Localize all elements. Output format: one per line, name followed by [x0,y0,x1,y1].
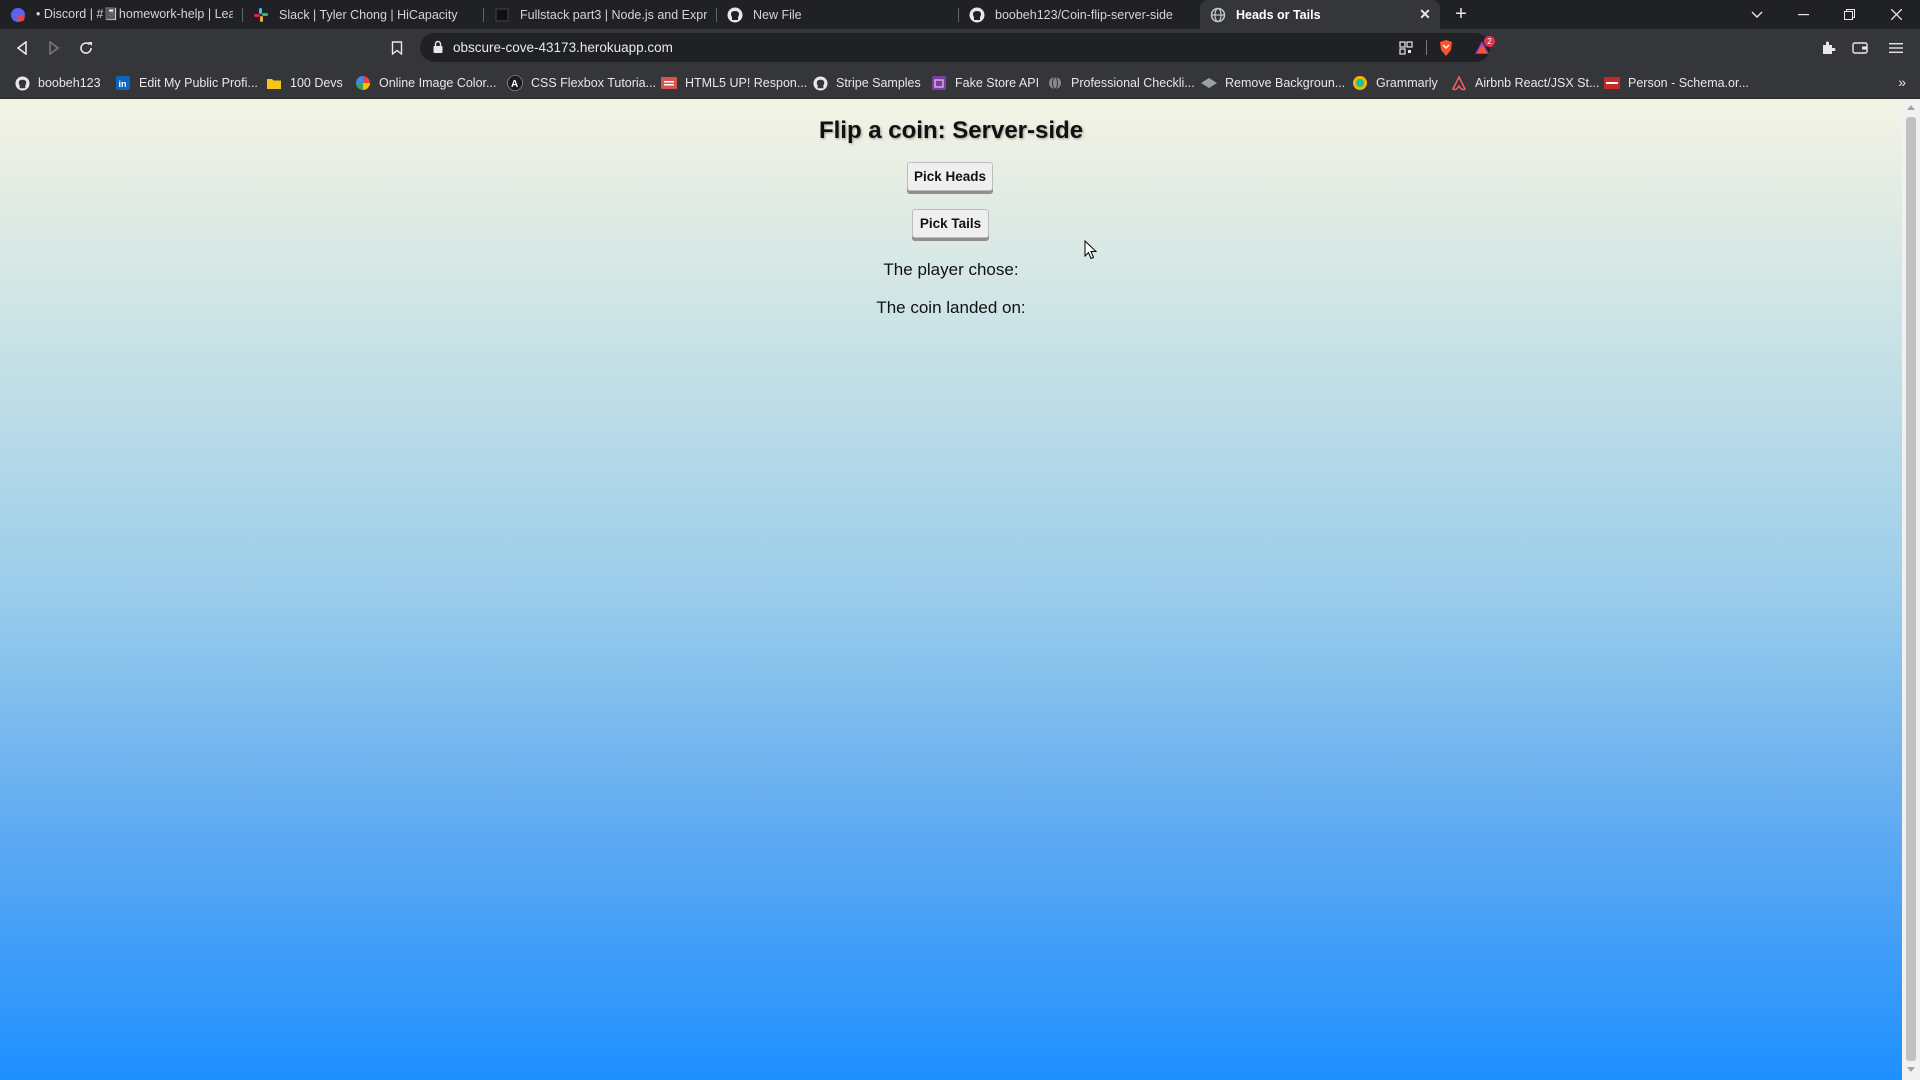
forward-icon[interactable] [42,36,66,60]
browser-toolbar: obscure-cove-43173.herokuapp.com 2 [0,29,1920,67]
bookmark-label: Stripe Samples [836,76,921,90]
bookmark-label: Fake Store API [955,76,1040,90]
page-title: Flip a coin: Server-side [818,117,1084,144]
bookmark-label: Remove Backgroun... [1225,76,1346,90]
globe-icon [1047,75,1063,91]
bookmark-label: Professional Checkli... [1071,76,1195,90]
scrollbar-thumb[interactable] [1906,117,1916,1061]
linkedin-icon: in [115,75,131,91]
pick-tails-button[interactable]: Pick Tails [912,209,989,238]
bookmark-item[interactable]: Remove Backgroun... [1201,67,1345,99]
tab-discord[interactable]: • Discord | #📓homework-help | Learn [0,0,243,29]
slack-icon [253,7,269,23]
bookmark-item[interactable]: Online Image Color... [355,67,496,99]
scroll-up-icon[interactable] [1907,105,1915,110]
bookmark-label: 100 Devs [290,76,343,90]
bookmark-item[interactable]: Stripe Samples [812,67,921,99]
tab-label: New File [753,7,802,22]
more-bookmarks-icon[interactable]: » [1898,74,1906,90]
folder-icon [266,75,282,91]
mouse-cursor-icon [1084,239,1098,265]
pick-heads-button[interactable]: Pick Heads [907,162,993,191]
remove-bg-icon [1201,75,1217,91]
globe-icon [1210,7,1226,23]
bookmark-item[interactable]: Fake Store API [931,67,1039,99]
bookmark-label: boobeh123 [38,76,101,90]
player-choice-text: The player chose: [883,260,1019,279]
discord-icon [10,7,26,23]
grammarly-icon [1352,75,1368,91]
bookmark-label: Airbnb React/JSX St... [1475,76,1600,90]
tab-search-icon[interactable] [1734,0,1780,29]
tab-label: Slack | Tyler Chong | HiCapacity [279,7,458,22]
store-icon [931,75,947,91]
color-wheel-icon [355,75,371,91]
bookmark-label: Person - Schema.or... [1628,76,1749,90]
github-icon [14,75,30,91]
reload-icon[interactable] [74,36,98,60]
brave-shields-icon[interactable] [1437,39,1455,57]
rewards-badge: 2 [1484,36,1495,47]
wallet-icon[interactable] [1848,36,1872,60]
tab-heads-or-tails[interactable]: Heads or Tails ✕ [1200,0,1440,29]
bookmark-item[interactable]: in Edit My Public Profi... [115,67,258,99]
address-bar[interactable]: obscure-cove-43173.herokuapp.com 2 [420,33,1495,62]
github-icon [812,75,828,91]
tab-slack[interactable]: Slack | Tyler Chong | HiCapacity [243,0,484,29]
back-icon[interactable] [10,36,34,60]
bookmark-item[interactable]: Airbnb React/JSX St... [1451,67,1599,99]
github-icon [969,7,985,23]
a-logo-icon: A [507,75,523,91]
restore-icon[interactable] [1826,0,1872,29]
tab-coin-flip-repo[interactable]: boobeh123/Coin-flip-server-side [959,0,1200,29]
omnibox-divider [1426,40,1427,55]
schema-icon [1604,75,1620,91]
bookmarks-bar: boobeh123 in Edit My Public Profi... 100… [0,67,1920,99]
close-tab-icon[interactable]: ✕ [1418,7,1432,21]
bookmark-item[interactable]: 100 Devs [266,67,343,99]
bookmark-label: Edit My Public Profi... [139,76,258,90]
page-viewport: Flip a coin: Server-side Pick Heads Pick… [0,99,1902,1080]
bookmark-label: Online Image Color... [379,76,497,90]
tab-label: boobeh123/Coin-flip-server-side [995,7,1173,22]
bookmark-label: Grammarly [1376,76,1438,90]
tab-strip: • Discord | #📓homework-help | Learn Slac… [0,0,1920,29]
html5up-icon [661,75,677,91]
airbnb-icon [1451,75,1467,91]
lock-icon [432,40,446,54]
bookmark-label: CSS Flexbox Tutoria... [531,76,657,90]
bookmark-item[interactable]: Professional Checkli... [1047,67,1195,99]
bookmark-label: HTML5 UP! Respon... [685,76,808,90]
svg-text:in: in [119,79,127,89]
bookmark-item[interactable]: boobeh123 [14,67,101,99]
extensions-icon[interactable] [1816,36,1840,60]
scroll-down-icon[interactable] [1907,1067,1915,1072]
bookmark-item[interactable]: Person - Schema.or... [1604,67,1749,99]
tab-label: Fullstack part3 | Node.js and Express [520,7,707,22]
bookmark-item[interactable]: Grammarly [1352,67,1438,99]
bookmark-icon[interactable] [385,36,409,60]
page-icon [494,7,510,23]
svg-text:A: A [511,79,518,90]
github-icon [727,7,743,23]
coin-result-text: The coin landed on: [876,298,1026,317]
tab-fullstack[interactable]: Fullstack part3 | Node.js and Express [484,0,717,29]
menu-icon[interactable] [1884,36,1908,60]
bookmark-item[interactable]: A CSS Flexbox Tutoria... [507,67,656,99]
page-scrollbar[interactable] [1902,99,1920,1080]
qr-code-icon[interactable] [1397,39,1415,57]
new-tab-button[interactable]: + [1450,3,1472,25]
address-url: obscure-cove-43173.herokuapp.com [453,40,673,55]
tab-label: Heads or Tails [1236,7,1321,22]
bookmark-item[interactable]: HTML5 UP! Respon... [661,67,807,99]
brave-rewards-icon[interactable]: 2 [1472,36,1495,57]
tab-label: • Discord | #📓homework-help | Learn [36,7,233,21]
close-window-icon[interactable] [1872,0,1920,29]
minimize-icon[interactable] [1780,0,1826,29]
tab-new-file[interactable]: New File [717,0,959,29]
